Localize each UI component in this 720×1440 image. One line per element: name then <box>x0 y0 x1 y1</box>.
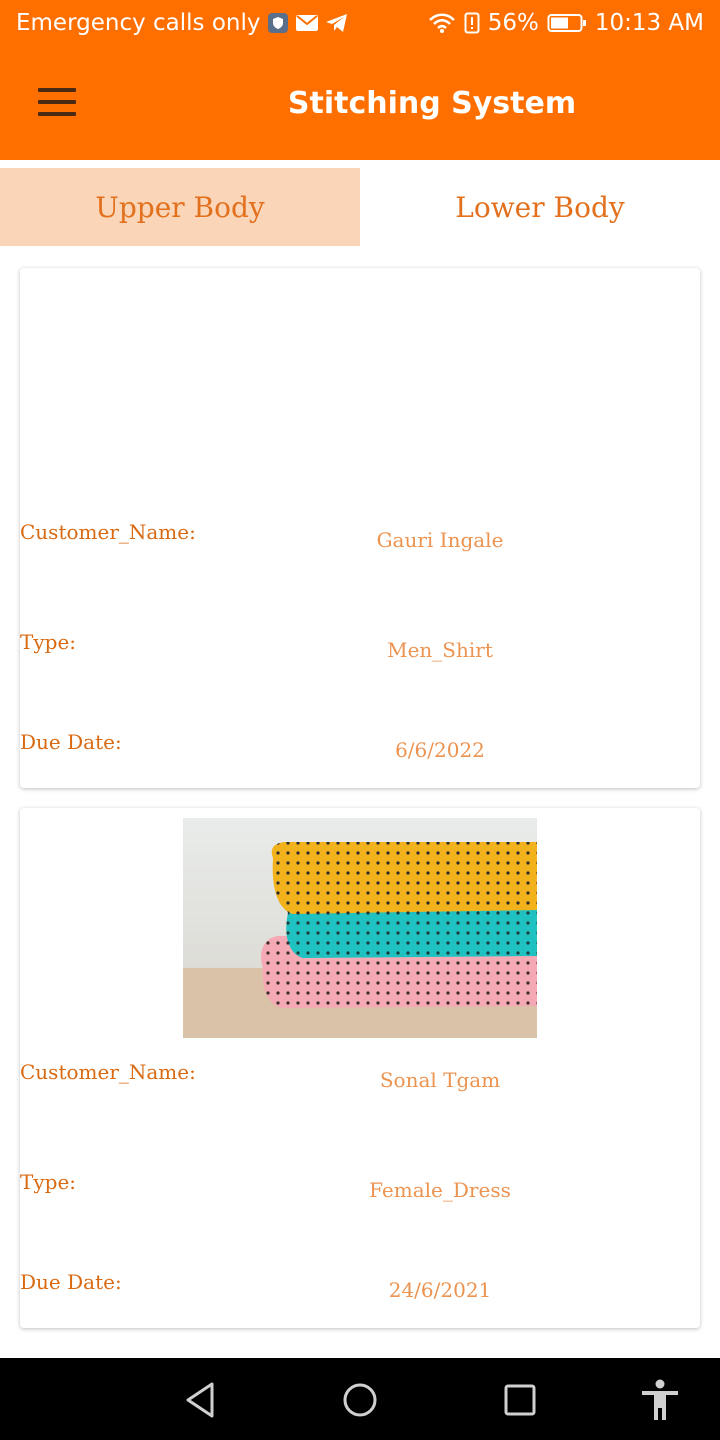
tab-bar: Upper Body Lower Body <box>0 168 720 246</box>
type-label: Type: <box>20 1170 77 1194</box>
due-date-label: Due Date: <box>20 730 122 754</box>
mail-icon <box>295 15 318 31</box>
recents-button[interactable] <box>498 1378 542 1422</box>
clock: 10:13 AM <box>594 10 704 36</box>
status-left: Emergency calls only <box>16 10 349 36</box>
type-value: Female_Dress <box>369 1178 511 1202</box>
customer-name-label: Customer_Name: <box>20 1060 196 1084</box>
battery-percent: 56% <box>487 10 539 36</box>
fabric-stack-illustration <box>183 818 537 1038</box>
carrier-text: Emergency calls only <box>16 10 261 36</box>
system-nav-bar <box>0 1358 720 1440</box>
type-label: Type: <box>20 630 77 654</box>
telegram-icon <box>325 14 347 32</box>
customer-name-value: Gauri Ingale <box>376 528 504 552</box>
type-value: Men_Shirt <box>387 638 493 662</box>
app-bar: Stitching System <box>0 52 720 160</box>
wifi-icon <box>428 13 455 33</box>
tab-upper-body[interactable]: Upper Body <box>0 168 360 246</box>
status-right: 56% 10:13 AM <box>428 10 704 36</box>
vpn-shield-icon <box>267 13 288 33</box>
fabric-image <box>183 818 537 1038</box>
due-date-value: 24/6/2021 <box>388 1278 492 1302</box>
recents-icon <box>504 1384 536 1416</box>
back-icon <box>186 1382 214 1418</box>
home-button[interactable] <box>338 1378 382 1422</box>
tab-lower-body[interactable]: Lower Body <box>360 168 720 246</box>
customer-name-value: Sonal Tgam <box>379 1068 501 1092</box>
order-card[interactable]: Customer_Name: Sonal Tgam Type: Female_D… <box>20 808 700 1328</box>
back-button[interactable] <box>178 1378 222 1422</box>
battery-alert-icon <box>464 12 480 34</box>
status-bar: Emergency calls only 56% 10:13 AM <box>0 0 720 52</box>
customer-name-label: Customer_Name: <box>20 520 196 544</box>
accessibility-button[interactable] <box>638 1378 682 1422</box>
accessibility-icon <box>642 1379 678 1420</box>
due-date-value: 6/6/2022 <box>395 738 485 762</box>
app-title: Stitching System <box>287 86 577 121</box>
due-date-label: Due Date: <box>20 1270 122 1294</box>
battery-icon <box>547 14 586 32</box>
home-icon <box>343 1383 377 1417</box>
order-card[interactable]: Customer_Name: Gauri Ingale Type: Men_Sh… <box>20 268 700 788</box>
